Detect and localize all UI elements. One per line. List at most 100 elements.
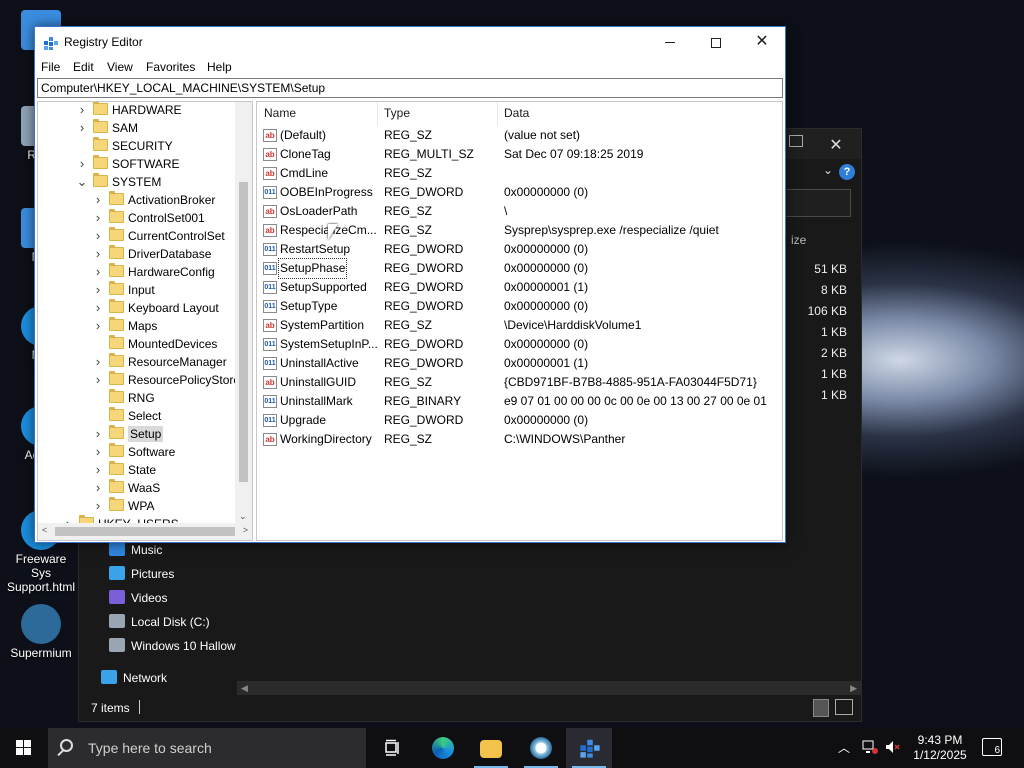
menu-help[interactable]: Help (207, 60, 232, 74)
registry-value-row[interactable]: 011 UninstallActive REG_DWORD 0x00000001 (1… (257, 354, 782, 373)
registry-value-row[interactable]: ab (Default) REG_SZ (value not set) (257, 126, 782, 145)
column-header-type[interactable]: Type (384, 106, 410, 120)
column-header-name[interactable]: Name (264, 106, 296, 120)
tree-node[interactable]: › State (92, 461, 156, 479)
chevron-right-icon[interactable]: › (92, 461, 104, 479)
registry-value-row[interactable]: 011 SystemSetupInP... REG_DWORD 0x00000000 … (257, 335, 782, 354)
title-bar[interactable]: Registry Editor ✕ (35, 27, 785, 57)
tree-node[interactable]: › Input (92, 281, 155, 299)
size-column-header[interactable]: ize (791, 233, 806, 247)
tree-horizontal-scrollbar[interactable]: < > (38, 523, 252, 540)
menu-file[interactable]: File (41, 60, 60, 74)
tree-node[interactable]: › WaaS (92, 479, 160, 497)
registry-value-row[interactable]: 011 SetupType REG_DWORD 0x00000000 (0) (257, 297, 782, 316)
registry-value-row[interactable]: ab CloneTag REG_MULTI_SZ Sat Dec 07 09:18:2… (257, 145, 782, 164)
chevron-right-icon[interactable]: › (92, 353, 104, 371)
chevron-right-icon[interactable]: › (92, 245, 104, 263)
tree-node[interactable]: › CurrentControlSet (92, 227, 225, 245)
tree-node[interactable]: › Setup (92, 425, 164, 443)
desktop-icon[interactable]: Supermium (4, 604, 78, 660)
tree-node[interactable]: › Keyboard Layout (92, 299, 219, 317)
details-view-icon[interactable] (813, 699, 829, 717)
registry-value-row[interactable]: ab SystemPartition REG_SZ \Device\HarddiskV… (257, 316, 782, 335)
taskbar-search-box[interactable]: Type here to search (48, 728, 366, 768)
start-button[interactable] (0, 728, 48, 768)
scroll-right-icon[interactable]: ▶ (850, 683, 857, 694)
registry-editor-window[interactable]: Registry Editor ✕ File Edit View Favorit… (34, 26, 786, 543)
tree-node[interactable]: › HardwareConfig (92, 263, 215, 281)
tree-node[interactable]: › DriverDatabase (92, 245, 211, 263)
scroll-down-icon[interactable]: ⌄ (239, 511, 247, 522)
action-center-button[interactable]: 6 (982, 738, 1002, 756)
tree-node[interactable]: › ResourcePolicyStore (92, 371, 240, 389)
tree-node[interactable]: › Maps (92, 317, 157, 335)
registry-value-row[interactable]: 011 Upgrade REG_DWORD 0x00000000 (0) (257, 411, 782, 430)
help-icon[interactable]: ? (839, 164, 855, 180)
scrollbar-thumb[interactable] (55, 527, 235, 536)
nav-item[interactable]: Pictures (109, 563, 174, 585)
chevron-right-icon[interactable]: › (76, 155, 88, 173)
chevron-right-icon[interactable]: › (92, 227, 104, 245)
chevron-right-icon[interactable]: › (76, 119, 88, 137)
tree-node[interactable]: › ResourceManager (92, 353, 227, 371)
tree-node[interactable]: › ControlSet001 (92, 209, 205, 227)
address-bar[interactable]: Computer\HKEY_LOCAL_MACHINE\SYSTEM\Setup (37, 78, 783, 98)
chevron-right-icon[interactable]: › (76, 102, 88, 119)
explorer-search-input[interactable] (785, 189, 851, 217)
network-status-icon[interactable] (862, 739, 878, 768)
chevron-right-icon[interactable]: › (92, 191, 104, 209)
minimize-button[interactable] (647, 27, 693, 57)
registry-key-tree[interactable]: › HARDWARE › SAM SECURITY › SOFTWARE ⌄ SYSTEM › Ac… (37, 101, 253, 541)
nav-item[interactable]: Local Disk (C:) (109, 611, 210, 633)
chevron-right-icon[interactable]: › (92, 479, 104, 497)
system-clock[interactable]: 9:43 PM 1/12/2025 (912, 733, 968, 763)
registry-value-row[interactable]: 011 UninstallMark REG_BINARY e9 07 01 00 00… (257, 392, 782, 411)
chevron-right-icon[interactable]: › (92, 317, 104, 335)
menu-edit[interactable]: Edit (73, 60, 94, 74)
menu-favorites[interactable]: Favorites (146, 60, 195, 74)
large-icons-view-icon[interactable] (835, 699, 853, 715)
tree-node[interactable]: ⌄ SYSTEM (76, 173, 161, 191)
chevron-right-icon[interactable]: › (92, 263, 104, 281)
scroll-left-icon[interactable]: < (42, 525, 47, 535)
column-divider[interactable] (377, 102, 378, 126)
scroll-left-icon[interactable]: ◀ (241, 683, 248, 694)
registry-value-row[interactable]: 011 OOBEInProgress REG_DWORD 0x00000000 (0) (257, 183, 782, 202)
nav-item[interactable]: Network (101, 667, 167, 689)
nav-item[interactable]: Windows 10 Hallow (109, 635, 236, 657)
registry-values-list[interactable]: Name Type Data ab (Default) REG_SZ (value n… (256, 101, 783, 541)
chevron-right-icon[interactable]: › (92, 209, 104, 227)
close-button[interactable]: ✕ (739, 27, 785, 57)
chevron-down-icon[interactable]: ⌄ (823, 163, 833, 177)
tree-node[interactable]: › HARDWARE (76, 102, 182, 119)
show-hidden-icons-chevron-icon[interactable]: ︿ (838, 739, 850, 768)
registry-value-row[interactable]: ab UninstallGUID REG_SZ {CBD971BF-B7B8-4885… (257, 373, 782, 392)
chevron-right-icon[interactable]: › (92, 281, 104, 299)
tree-node[interactable]: MountedDevices (92, 335, 217, 353)
registry-value-row[interactable]: 011 SetupPhase REG_DWORD 0x00000000 (0) (257, 258, 782, 279)
explorer-restore-button[interactable] (789, 135, 803, 147)
column-header-data[interactable]: Data (504, 106, 529, 120)
maximize-button[interactable] (693, 27, 739, 57)
tree-vertical-scrollbar[interactable]: ⌄ (235, 102, 252, 524)
tree-node[interactable]: › WPA (92, 497, 154, 515)
tree-node[interactable]: › SAM (76, 119, 138, 137)
menu-view[interactable]: View (107, 60, 133, 74)
chevron-right-icon[interactable]: › (92, 497, 104, 515)
tree-node[interactable]: Select (92, 407, 161, 425)
tree-node[interactable]: RNG (92, 389, 155, 407)
registry-value-row[interactable]: ab OsLoaderPath REG_SZ \ (257, 202, 782, 221)
taskbar-edge[interactable] (420, 728, 466, 768)
column-divider[interactable] (497, 102, 498, 126)
explorer-close-button[interactable]: ✕ (821, 135, 851, 155)
chevron-right-icon[interactable]: › (92, 371, 104, 389)
chevron-right-icon[interactable]: › (92, 425, 104, 443)
nav-item[interactable]: Videos (109, 587, 167, 609)
tree-node[interactable]: › Software (92, 443, 175, 461)
scroll-right-icon[interactable]: > (243, 525, 248, 535)
volume-muted-icon[interactable] (884, 739, 900, 768)
taskbar-file-explorer[interactable] (468, 728, 514, 768)
chevron-right-icon[interactable]: › (92, 443, 104, 461)
registry-value-row[interactable]: ab WorkingDirectory REG_SZ C:\WINDOWS\Panth… (257, 430, 782, 449)
registry-value-row[interactable]: 011 RestartSetup REG_DWORD 0x00000000 (0) (257, 240, 782, 259)
